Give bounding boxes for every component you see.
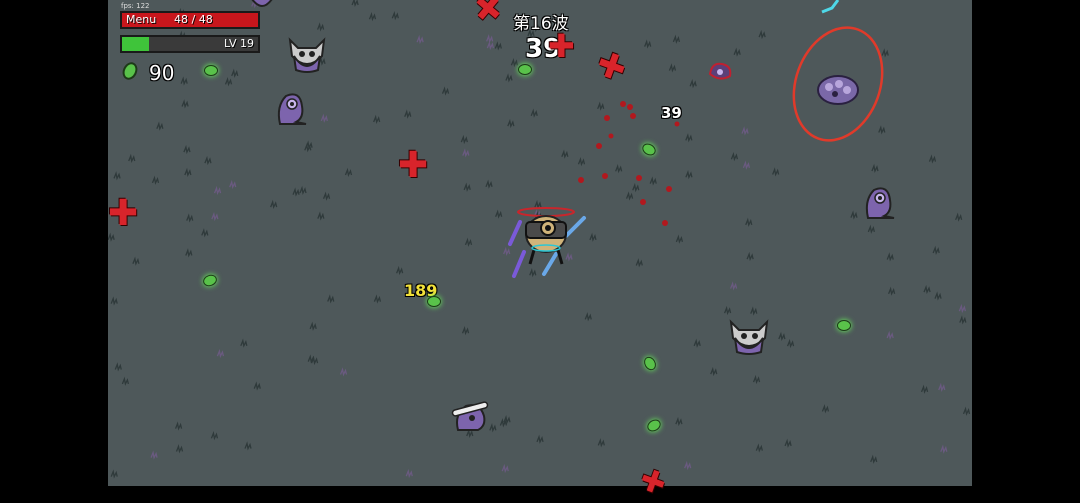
xp-bar-fill: [122, 37, 150, 51]
spawn-marker-icon: ✚: [108, 193, 139, 234]
lightning-projectile: [821, 0, 840, 14]
spawn-marker-icon: ✚: [548, 27, 575, 65]
blood-splatter: [578, 101, 680, 226]
partial-enemy-icon: [251, 0, 273, 7]
xp-bar: LV 19: [120, 35, 260, 53]
elite-enemy-icon: [817, 75, 859, 105]
hp-value: 48 / 48: [174, 13, 213, 26]
fps-counter: fps: 122: [121, 2, 150, 10]
small-alien-enemy-icon: [708, 62, 732, 80]
material-pickup-icon[interactable]: [837, 320, 851, 331]
slug-alien-enemy-icon: [865, 187, 895, 219]
spawn-marker-icon: ✚: [398, 145, 429, 186]
horned-alien-enemy-icon: [729, 319, 769, 355]
material-count: 90: [149, 61, 175, 85]
material-pickup-icon[interactable]: [427, 296, 441, 307]
material-pickup-icon[interactable]: [518, 64, 532, 75]
slug-alien-enemy-icon: [277, 93, 307, 125]
bone-alien-enemy-icon: [451, 401, 489, 431]
hp-menu-label: Menu: [126, 13, 157, 26]
horned-alien-enemy-icon: [288, 37, 326, 73]
hp-bar[interactable]: Menu 48 / 48: [120, 11, 260, 29]
material-pickup-icon[interactable]: [204, 65, 218, 76]
level-label: LV 19: [224, 37, 254, 50]
